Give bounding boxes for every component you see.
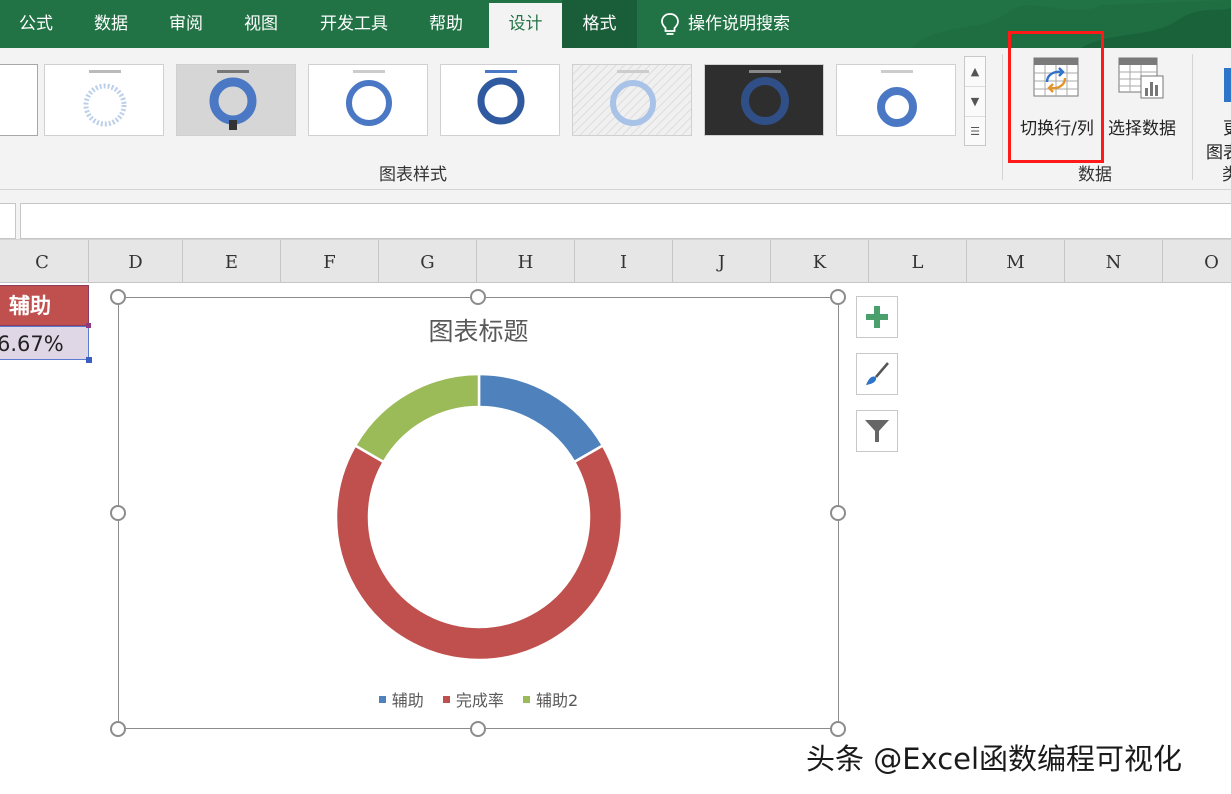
tab-help[interactable]: 帮助	[414, 0, 478, 48]
tab-format[interactable]: 格式	[562, 0, 637, 48]
doughnut-plot	[334, 372, 624, 662]
column-header[interactable]: H	[477, 240, 575, 283]
menu-bar: 公式 数据 审阅 视图 开发工具 帮助 设计 格式 操作说明搜索	[0, 0, 1231, 48]
select-data-label: 选择数据	[1108, 119, 1176, 139]
cell-c2[interactable]: 6.67%	[0, 326, 89, 360]
column-header[interactable]: D	[89, 240, 183, 283]
column-header[interactable]: N	[1065, 240, 1163, 283]
group-divider	[1192, 54, 1193, 180]
tab-review[interactable]: 审阅	[154, 0, 218, 48]
legend-label: 辅助	[391, 691, 424, 710]
tab-developer[interactable]: 开发工具	[304, 0, 404, 48]
doughnut-slice-2[interactable]	[334, 443, 624, 662]
legend-swatch	[442, 696, 450, 703]
chart-filters-button[interactable]	[856, 410, 898, 452]
resize-handle[interactable]	[110, 721, 126, 737]
column-header[interactable]: E	[183, 240, 281, 283]
paintbrush-icon	[866, 362, 889, 385]
title-decoration	[911, 0, 1231, 48]
select-data-icon	[1118, 57, 1164, 99]
switch-row-column-icon	[1033, 57, 1079, 97]
doughnut-slice-1[interactable]	[477, 372, 605, 464]
chart-style-thumb[interactable]	[572, 64, 692, 136]
resize-handle[interactable]	[110, 289, 126, 305]
tell-me-search[interactable]: 操作说明搜索	[688, 0, 818, 48]
cell-c1[interactable]: 辅助2	[0, 285, 89, 359]
chart-style-thumb[interactable]	[44, 64, 164, 136]
column-header[interactable]: C	[0, 240, 89, 283]
resize-handle[interactable]	[830, 505, 846, 521]
selection-corner	[86, 323, 91, 328]
chart-styles-group-label: 图表样式	[379, 165, 447, 185]
resize-handle[interactable]	[110, 505, 126, 521]
data-group-label: 数据	[1078, 165, 1112, 185]
legend-label: 完成率	[455, 691, 504, 710]
column-header[interactable]: M	[967, 240, 1065, 283]
column-headers: C D E F G H I J K L M N O	[0, 240, 1231, 283]
select-data-button[interactable]: 选择数据	[1104, 56, 1180, 156]
chart-style-thumb[interactable]	[704, 64, 824, 136]
watermark: 头条 @Excel函数编程可视化	[806, 742, 1183, 776]
chart-styles-button[interactable]	[856, 353, 898, 395]
doughnut-slice-3[interactable]	[353, 372, 481, 464]
chart-type-icon	[1224, 68, 1231, 102]
tab-design[interactable]: 设计	[489, 3, 562, 48]
chart-styles-gallery	[0, 56, 960, 154]
change-chart-type-button[interactable]: 更 图表	[1204, 56, 1231, 163]
gallery-scroll: ▲ ▼ ☰	[964, 56, 986, 146]
group-divider	[1002, 54, 1003, 180]
filter-icon	[865, 420, 889, 442]
resize-handle[interactable]	[470, 289, 486, 305]
tab-formulas[interactable]: 公式	[4, 0, 68, 48]
plus-icon	[866, 306, 888, 328]
name-box[interactable]	[0, 203, 16, 239]
resize-handle[interactable]	[470, 721, 486, 737]
column-header[interactable]: I	[575, 240, 673, 283]
legend-item: 辅助2	[523, 687, 578, 711]
formula-input[interactable]	[20, 203, 1231, 239]
change-chart-type-label: 更	[1223, 114, 1231, 139]
ribbon: ▲ ▼ ☰ 图表样式 切换行/列 选择数据 数据 图 类	[0, 48, 1231, 190]
column-header[interactable]: O	[1163, 240, 1231, 283]
column-header[interactable]: J	[673, 240, 771, 283]
chart-elements-button[interactable]	[856, 296, 898, 338]
chart-style-thumb[interactable]	[0, 64, 38, 136]
legend-label: 辅助2	[536, 691, 579, 710]
fill-handle[interactable]	[86, 357, 92, 363]
legend-item: 完成率	[442, 687, 504, 711]
switch-row-column-button[interactable]: 切换行/列	[1012, 56, 1102, 156]
legend-item: 辅助	[378, 687, 424, 711]
legend-swatch	[523, 696, 531, 703]
gallery-more-button[interactable]: ☰	[965, 117, 985, 147]
chart-style-thumb[interactable]	[176, 64, 296, 136]
gallery-down-button[interactable]: ▼	[965, 87, 985, 117]
column-header[interactable]: G	[379, 240, 477, 283]
tab-data[interactable]: 数据	[79, 0, 143, 48]
resize-handle[interactable]	[830, 289, 846, 305]
lightbulb-icon	[661, 13, 679, 35]
legend-swatch	[378, 696, 386, 703]
tab-view[interactable]: 视图	[229, 0, 293, 48]
chart-legend[interactable]: 辅助 完成率 辅助2	[119, 687, 838, 711]
type-group-label: 类	[1222, 165, 1231, 185]
excel-window: 公式 数据 审阅 视图 开发工具 帮助 设计 格式 操作说明搜索 ▲ ▼ ☰ 图…	[0, 0, 1231, 794]
chart-style-thumb[interactable]	[836, 64, 956, 136]
chart-style-thumb[interactable]	[440, 64, 560, 136]
column-header[interactable]: L	[869, 240, 967, 283]
column-header[interactable]: K	[771, 240, 869, 283]
doughnut-chart[interactable]: 图表标题 辅助 完成率 辅助2	[118, 297, 839, 729]
chart-style-thumb[interactable]	[308, 64, 428, 136]
switch-row-column-label: 切换行/列	[1020, 119, 1094, 139]
gallery-up-button[interactable]: ▲	[965, 57, 985, 87]
formula-bar	[0, 190, 1231, 240]
column-header[interactable]: F	[281, 240, 379, 283]
resize-handle[interactable]	[830, 721, 846, 737]
